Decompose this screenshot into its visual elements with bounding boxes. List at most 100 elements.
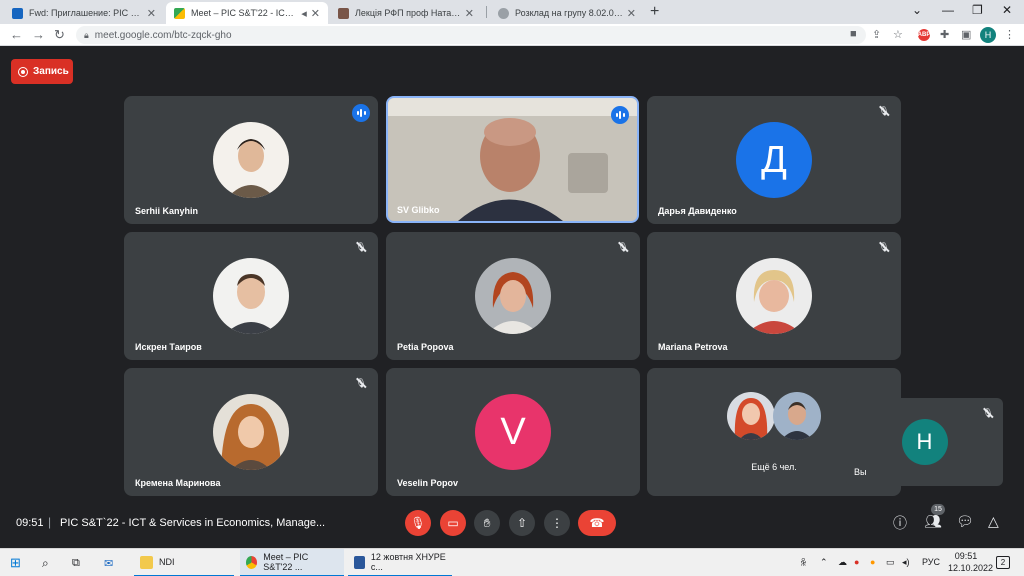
camera-off-icon: ▭ (447, 516, 459, 530)
avatar-letter: Д (736, 122, 812, 198)
hand-icon: ✋︎ (483, 515, 491, 530)
volume-icon[interactable]: ◂) (902, 557, 910, 568)
mic-toggle-button[interactable]: 🎙︎ (405, 510, 431, 536)
participant-tile[interactable]: 🎙︎ Д Дарья Давиденко (647, 96, 901, 224)
vpn-tray-icon[interactable]: ● (870, 557, 875, 567)
divider: | (48, 515, 52, 529)
tab-mail[interactable]: Fwd: Приглашение: PIC S&amp; ✕ (4, 2, 164, 24)
participant-tile[interactable]: 🎙︎ Petia Popova (386, 232, 640, 360)
new-tab-button[interactable]: + (650, 3, 659, 21)
tab-search-icon[interactable]: ⌄ (912, 3, 922, 17)
tab-lecture[interactable]: Лекція РФП проф Наталія Внук ✕ (330, 2, 482, 24)
taskbar-app-chrome[interactable]: Meet – PIC S&T'22 ... (240, 549, 344, 576)
participant-tile[interactable]: 🎙︎ Кремена Маринова (124, 368, 378, 496)
back-icon[interactable]: ← (10, 27, 23, 42)
people-count-badge: 15 (931, 504, 945, 515)
app-tray-icon[interactable]: ● (854, 557, 859, 567)
minimize-button[interactable]: — (942, 3, 954, 17)
avatar (213, 122, 289, 198)
word-icon (354, 555, 365, 569)
close-icon[interactable]: ✕ (627, 7, 636, 20)
url-input[interactable]: 🔒︎ meet.google.com/btc-zqck-gho (76, 26, 866, 44)
participant-name: Mariana Petrova (658, 342, 728, 352)
speaker-icon[interactable]: ◂ (301, 7, 307, 20)
reload-icon[interactable]: ↻ (54, 27, 65, 43)
mic-off-icon: 🎙︎ (410, 516, 426, 530)
mic-off-icon: 🎙︎ (877, 104, 891, 118)
folder-icon (140, 555, 153, 569)
present-button[interactable]: ⇧ (509, 510, 535, 536)
record-icon (18, 66, 28, 77)
tab-meet[interactable]: Meet – PIC S&T'22 - ICT & S ◂ ✕ (166, 2, 328, 24)
document-icon (338, 7, 349, 19)
language-indicator[interactable]: РУС (922, 557, 940, 567)
info-icon[interactable]: ⓘ (893, 513, 907, 533)
tab-schedule[interactable]: Розклад на групу 8.02.072.100.2 ✕ (490, 2, 644, 24)
schedule-icon (498, 7, 509, 19)
hang-up-icon: ☎︎ (589, 516, 605, 530)
taskbar-app-word[interactable]: 12 жовтня ХНУРЕ с... (348, 549, 452, 576)
participant-tile[interactable]: 🎙︎ Mariana Petrova (647, 232, 901, 360)
more-options-button[interactable]: ⋮ (544, 510, 570, 536)
avatar-letter: H (901, 419, 948, 465)
mail-app-icon[interactable]: ✉ (104, 549, 113, 576)
bookmark-star-icon[interactable]: ☆ (893, 28, 903, 41)
camera-toggle-button[interactable]: ▭ (440, 510, 466, 536)
participant-tile[interactable]: Serhii Kanyhin (124, 96, 378, 224)
adblock-icon[interactable]: ABP (918, 29, 930, 41)
forward-icon[interactable]: → (32, 27, 45, 42)
meeting-clock: 09:51 (16, 517, 44, 529)
browser-tab-bar: Fwd: Приглашение: PIC S&amp; ✕ Meet – PI… (0, 0, 1024, 24)
address-bar: ← → ↻ 🔒︎ meet.google.com/btc-zqck-gho ■ … (0, 24, 1024, 46)
windows-taskbar: ⊞ ⌕ ⧉ ✉ NDI Meet – PIC S&T'22 ... 12 жов… (0, 548, 1024, 576)
meet-icon (174, 7, 185, 19)
participant-name: Petia Popova (397, 342, 454, 352)
chevron-up-icon[interactable]: ⌃ (820, 557, 828, 568)
recording-badge[interactable]: Запись (11, 59, 73, 84)
participant-name: Serhii Kanyhin (135, 206, 199, 216)
raise-hand-button[interactable]: ✋︎ (474, 510, 500, 536)
system-clock[interactable]: 09:51 12.10.2022 (948, 551, 993, 573)
participant-name: Кремена Маринова (135, 478, 221, 488)
side-panel-icon[interactable]: ▣ (961, 28, 971, 41)
mic-off-icon: 🎙︎ (981, 406, 995, 420)
maximize-button[interactable]: ❐ (972, 3, 983, 17)
search-icon[interactable]: ⌕ (42, 549, 49, 576)
self-tile[interactable]: 🎙︎ H Вы (846, 398, 1003, 486)
chrome-icon (246, 555, 258, 569)
camera-blocked-icon[interactable]: ■ (850, 28, 857, 40)
network-icon[interactable]: ▭ (886, 557, 895, 568)
menu-icon[interactable]: ⋮ (1004, 28, 1015, 41)
participant-tile[interactable]: V Veselin Popov (386, 368, 640, 496)
close-window-button[interactable]: ✕ (1002, 3, 1012, 17)
mic-off-icon: 🎙︎ (877, 240, 891, 254)
extensions-icon[interactable]: ✚ (940, 28, 949, 41)
onedrive-icon[interactable]: ☁ (838, 557, 847, 568)
participant-video[interactable]: SV Glibko (386, 96, 639, 223)
mic-off-icon: 🎙︎ (354, 240, 368, 254)
activities-icon[interactable]: △ (988, 513, 999, 530)
close-icon[interactable]: ✕ (311, 7, 320, 20)
avatar-letter: V (475, 394, 551, 470)
participant-name: Veselin Popov (397, 478, 459, 488)
participant-tile[interactable]: 🎙︎ Искрен Таиров (124, 232, 378, 360)
share-icon[interactable]: ⇪ (872, 28, 881, 41)
people-tray-icon[interactable]: ꆜ (800, 557, 807, 569)
close-icon[interactable]: ✕ (465, 7, 474, 20)
taskbar-app-ndi[interactable]: NDI (134, 549, 234, 576)
participant-name: SV Glibko (397, 205, 440, 215)
meeting-title: PIC S&T`22 - ICT & Services in Economics… (60, 517, 326, 529)
mail-icon (12, 7, 23, 19)
speaking-icon (611, 106, 629, 124)
avatar (736, 258, 812, 334)
avatar (213, 258, 289, 334)
notifications-icon[interactable]: 2 (996, 556, 1010, 569)
windows-start-icon[interactable]: ⊞ (10, 549, 21, 576)
profile-avatar[interactable]: H (980, 27, 996, 43)
participant-name: Искрен Таиров (135, 342, 202, 352)
close-icon[interactable]: ✕ (147, 7, 156, 20)
leave-call-button[interactable]: ☎︎ (578, 510, 616, 536)
task-view-icon[interactable]: ⧉ (72, 549, 80, 576)
chat-icon[interactable]: 💬︎ (956, 513, 974, 530)
people-icon[interactable]: 👥︎ (924, 513, 942, 530)
